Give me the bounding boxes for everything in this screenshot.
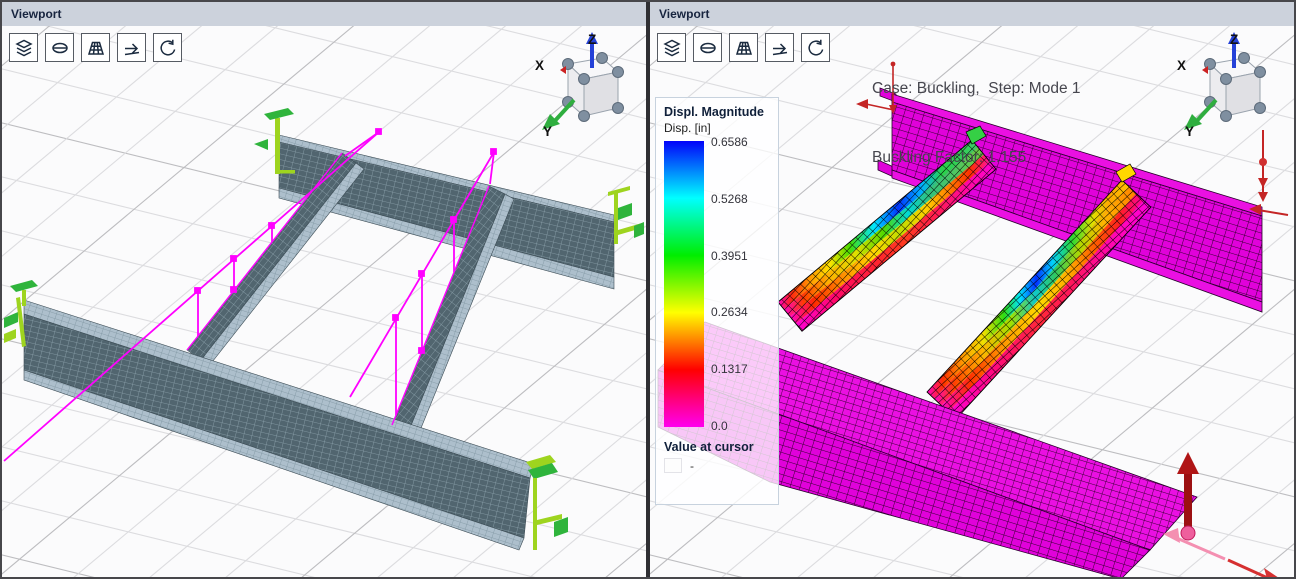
export-arrow-button[interactable] [117, 33, 146, 62]
layers-button[interactable] [9, 33, 38, 62]
toolbar-right [657, 33, 830, 62]
rotate-view-icon [806, 38, 826, 58]
viewport-canvas-left[interactable] [2, 26, 646, 577]
x-axis-label: X [1177, 58, 1186, 73]
legend-panel: Displ. Magnitude Disp. [in] 0.6586 0.526… [655, 97, 779, 505]
cursor-value-swatch [664, 458, 682, 473]
cursor-value: - [690, 459, 694, 473]
legend-tick: 0.1317 [711, 362, 748, 376]
mesh-grid-button[interactable] [729, 33, 758, 62]
view-cube[interactable] [542, 32, 624, 130]
export-arrow-icon [122, 38, 142, 58]
viewport-pane-left: Viewport Z X Y [2, 2, 646, 577]
legend-tick: 0.6586 [711, 135, 748, 149]
rotate-view-icon [158, 38, 178, 58]
section-plane-icon [698, 38, 718, 58]
view-cube[interactable] [1184, 32, 1266, 130]
toolbar-left [9, 33, 182, 62]
x-axis-label: X [535, 58, 544, 73]
layers-icon [662, 38, 682, 58]
case-step-line: Case: Buckling, Step: Mode 1 [872, 77, 1081, 100]
legend-colorbar [664, 141, 704, 427]
rotate-view-button[interactable] [153, 33, 182, 62]
legend-ticks: 0.6586 0.5268 0.3951 0.2634 0.1317 0.0 [711, 135, 748, 433]
layers-icon [14, 38, 34, 58]
support-front-right [526, 455, 568, 550]
section-plane-button[interactable] [45, 33, 74, 62]
z-axis-label: Z [588, 32, 596, 47]
legend-tick: 0.5268 [711, 192, 748, 206]
legend-tick: 0.3951 [711, 249, 748, 263]
z-axis-label: Z [1230, 32, 1238, 47]
export-arrow-button[interactable] [765, 33, 794, 62]
y-axis-label: Y [543, 124, 552, 139]
layers-button[interactable] [657, 33, 686, 62]
mesh-grid-icon [86, 38, 106, 58]
section-plane-icon [50, 38, 70, 58]
mesh-grid-icon [734, 38, 754, 58]
buckling-factor-line: Buckling Factor: 1.155 [872, 146, 1081, 169]
ground-grid [2, 26, 646, 577]
result-header: Case: Buckling, Step: Mode 1 Buckling Fa… [872, 31, 1081, 215]
section-plane-button[interactable] [693, 33, 722, 62]
viewport-pane-right: Viewport Case: Buckling, Step: Mode 1 Bu… [650, 2, 1294, 577]
legend-tick: 0.2634 [711, 305, 748, 319]
mesh-grid-button[interactable] [81, 33, 110, 62]
export-arrow-icon [770, 38, 790, 58]
legend-subtitle: Disp. [in] [664, 121, 770, 135]
legend-cursor-label: Value at cursor [664, 440, 770, 454]
pane-title-right[interactable]: Viewport [650, 2, 1294, 26]
rotate-view-button[interactable] [801, 33, 830, 62]
app-window: Viewport Z X Y [0, 0, 1296, 579]
legend-tick: 0.0 [711, 419, 748, 433]
y-axis-label: Y [1185, 124, 1194, 139]
legend-title: Displ. Magnitude [664, 105, 770, 119]
pane-title-left[interactable]: Viewport [2, 2, 646, 26]
